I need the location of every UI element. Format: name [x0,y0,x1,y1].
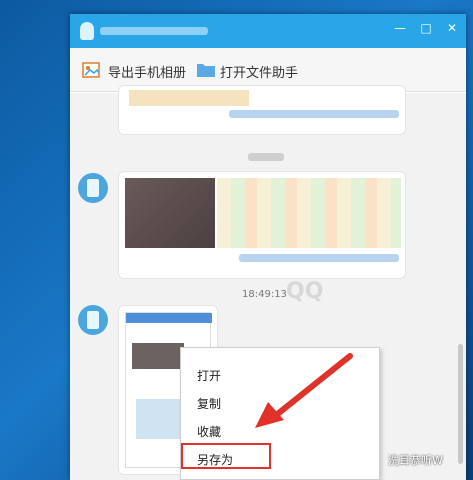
footer-watermark: 洗耳恭听W [388,454,443,467]
annotation-arrow [255,353,353,428]
